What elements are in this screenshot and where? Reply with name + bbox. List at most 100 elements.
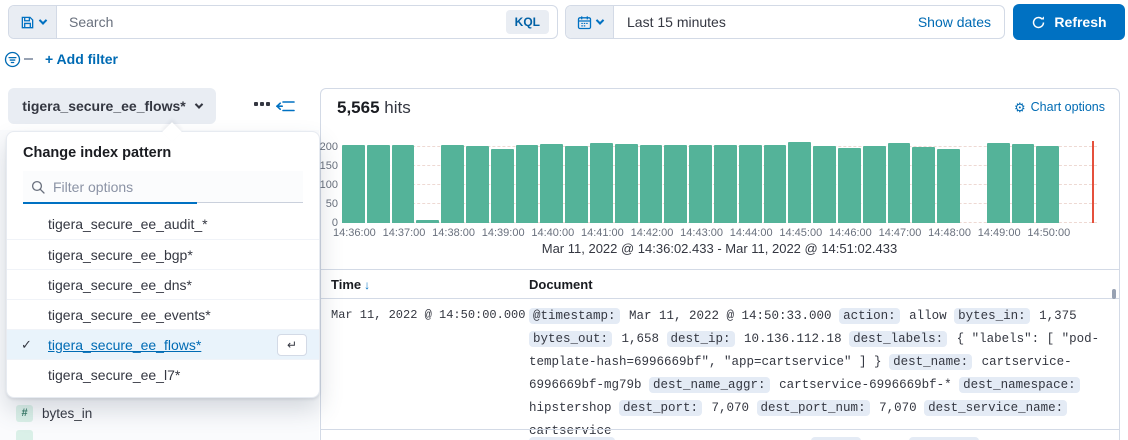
histogram-bar[interactable] <box>491 149 514 223</box>
collapse-sidebar-icon[interactable] <box>276 99 295 114</box>
refresh-label: Refresh <box>1054 14 1106 30</box>
histogram-bar[interactable] <box>863 146 886 223</box>
histogram-bar[interactable] <box>540 144 563 223</box>
index-pattern-option-label: tigera_secure_ee_events* <box>48 307 211 323</box>
x-axis-label: 14:37:00 <box>378 227 430 239</box>
histogram-bar[interactable] <box>466 146 489 223</box>
x-axis-label: 14:42:00 <box>626 227 678 239</box>
field-name-badge: dest_ip: <box>667 331 735 347</box>
histogram-bar[interactable] <box>937 149 960 223</box>
index-pattern-option[interactable]: tigera_secure_ee_dns* <box>7 269 319 299</box>
x-axis-label: 14:46:00 <box>824 227 876 239</box>
histogram-bar[interactable] <box>838 148 861 223</box>
chevron-down-icon <box>38 16 46 24</box>
index-pattern-option[interactable]: tigera_secure_ee_events* <box>7 299 319 329</box>
field-name-badge: dest_service_name: <box>924 400 1067 416</box>
time-column-label: Time <box>331 277 361 292</box>
doc-row-document: @timestamp: Mar 11, 2022 @ 14:50:33.000 … <box>529 305 1115 440</box>
histogram-bar[interactable] <box>764 145 787 223</box>
x-axis-label: 14:47:00 <box>874 227 926 239</box>
kql-badge[interactable]: KQL <box>506 10 549 34</box>
return-key-icon: ↵ <box>277 334 307 356</box>
input-focus-underline <box>23 202 197 204</box>
histogram-bar[interactable] <box>416 220 439 223</box>
number-field-icon <box>16 430 33 440</box>
field-name-badge: dest_port: <box>619 400 702 416</box>
histogram-bar[interactable] <box>788 142 811 223</box>
index-pattern-button[interactable]: tigera_secure_ee_flows* <box>8 88 216 124</box>
saved-query-menu-button[interactable] <box>9 6 57 38</box>
histogram-bar[interactable] <box>367 145 390 223</box>
show-dates-button[interactable]: Show dates <box>918 14 991 30</box>
histogram-bar[interactable] <box>392 145 415 223</box>
chart-options-button[interactable]: ⚙ Chart options <box>1014 100 1105 114</box>
time-range-label[interactable]: Last 15 minutes <box>627 14 726 30</box>
boxes-horizontal-icon[interactable] <box>254 102 270 106</box>
date-quick-select-button[interactable] <box>566 6 614 38</box>
field-name-badge: action: <box>839 308 900 324</box>
filter-options-input[interactable] <box>53 179 295 195</box>
query-bar: KQL <box>8 5 558 39</box>
histogram-bar[interactable] <box>1036 146 1059 223</box>
chevron-down-icon <box>595 16 603 24</box>
histogram-bar[interactable] <box>640 145 663 223</box>
refresh-icon <box>1031 15 1046 30</box>
x-axis-label: 14:49:00 <box>973 227 1025 239</box>
x-axis-label: 14:50:00 <box>1023 227 1075 239</box>
discover-page: KQL Last 15 minutes Show dates Refresh +… <box>0 0 1128 440</box>
histogram-bar[interactable] <box>912 147 935 223</box>
filter-options-box <box>23 171 303 203</box>
x-axis-label: 14:41:00 <box>576 227 628 239</box>
filter-icon[interactable] <box>4 51 21 68</box>
histogram-bar[interactable] <box>565 146 588 223</box>
histogram-bar[interactable] <box>987 143 1010 223</box>
histogram-bar[interactable] <box>615 144 638 223</box>
histogram-bar[interactable] <box>714 145 737 223</box>
index-pattern-option[interactable]: tigera_secure_ee_audit_* <box>7 209 319 239</box>
histogram-bar[interactable] <box>888 143 911 223</box>
index-pattern-button-label: tigera_secure_ee_flows* <box>22 98 185 114</box>
index-pattern-option[interactable]: ✓tigera_secure_ee_flows*↵ <box>7 329 319 359</box>
field-name-badge: dest_labels: <box>849 331 947 347</box>
date-picker: Last 15 minutes Show dates <box>565 5 1005 39</box>
index-pattern-option[interactable]: tigera_secure_ee_l7* <box>7 359 319 389</box>
chevron-down-icon <box>194 100 202 108</box>
x-axis-label: 14:38:00 <box>428 227 480 239</box>
search-input[interactable] <box>57 6 506 38</box>
refresh-button[interactable]: Refresh <box>1013 4 1125 40</box>
hits-count: 5,565 <box>337 98 380 117</box>
popover-title: Change index pattern <box>7 132 319 171</box>
histogram-bar[interactable] <box>739 145 762 223</box>
index-pattern-option[interactable]: tigera_secure_ee_bgp* <box>7 239 319 269</box>
column-header-time[interactable]: Time↓ <box>331 277 370 292</box>
scrollbar-thumb[interactable] <box>1112 289 1116 299</box>
histogram-bar[interactable] <box>516 145 539 223</box>
histogram-bar[interactable] <box>590 143 613 223</box>
sidebar-field-bytes_in[interactable]: #bytes_in <box>16 402 296 424</box>
index-pattern-list: tigera_secure_ee_audit_*tigera_secure_ee… <box>7 209 319 397</box>
chart-time-range-caption: Mar 11, 2022 @ 14:36:02.433 - Mar 11, 20… <box>342 241 1097 256</box>
row-divider <box>321 429 1119 430</box>
x-axis-label: 14:40:00 <box>527 227 579 239</box>
field-name-badge: bytes_out: <box>529 331 612 347</box>
histogram-bar[interactable] <box>441 145 464 223</box>
sort-desc-icon[interactable]: ↓ <box>364 278 370 292</box>
filter-divider <box>24 58 33 60</box>
field-name-badge: bytes_in: <box>954 308 1030 324</box>
results-panel: 5,565 hits ⚙ Chart options 0501001502001… <box>320 88 1120 440</box>
hits-label: hits <box>384 98 410 117</box>
histogram-bar[interactable] <box>689 145 712 223</box>
calendar-icon <box>577 15 592 30</box>
histogram-bar[interactable] <box>1012 144 1035 223</box>
index-pattern-option-label: tigera_secure_ee_dns* <box>48 277 192 293</box>
histogram-bar[interactable] <box>342 145 365 223</box>
x-axis-label: 14:39:00 <box>477 227 529 239</box>
histogram-bar[interactable] <box>664 145 687 223</box>
field-name-badge: dest_name_aggr: <box>649 377 770 393</box>
add-filter-button[interactable]: + Add filter <box>45 51 118 67</box>
x-axis-label: 14:36:00 <box>328 227 380 239</box>
change-index-pattern-popover: Change index pattern tigera_secure_ee_au… <box>6 131 320 398</box>
gear-icon: ⚙ <box>1014 101 1026 114</box>
index-pattern-option-label: tigera_secure_ee_flows* <box>48 337 201 353</box>
histogram-bar[interactable] <box>813 146 836 223</box>
